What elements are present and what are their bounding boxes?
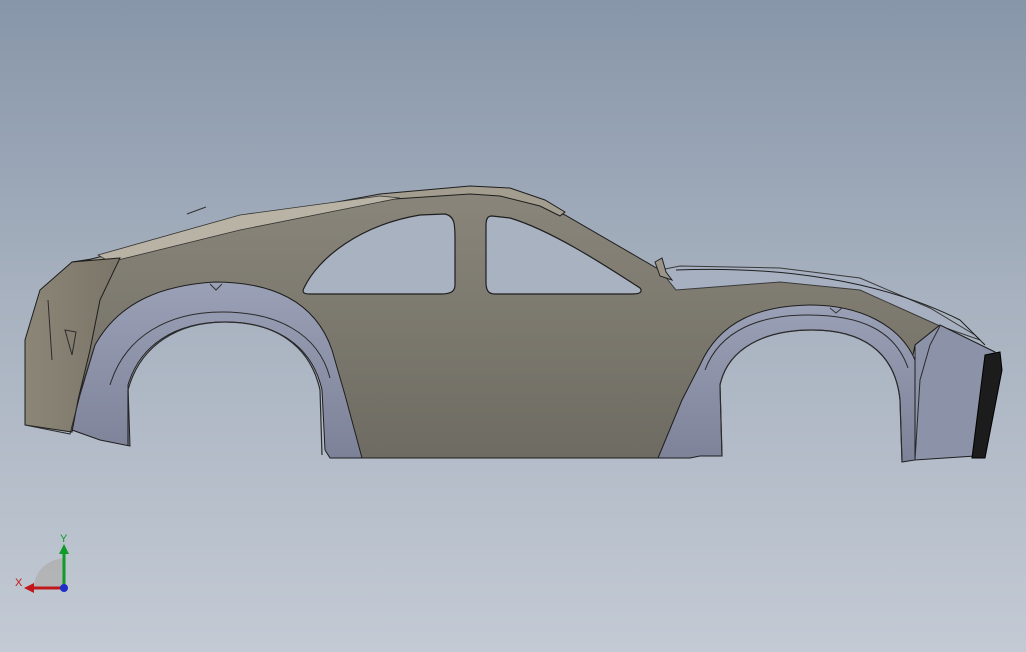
y-axis-arrowhead [59,544,69,554]
z-axis-point [60,584,68,592]
view-orientation-triad[interactable]: Y X [12,530,82,600]
car-body-model[interactable] [0,0,1026,652]
graphics-viewport[interactable]: Y X [0,0,1026,652]
triad-plane-indicator [34,558,64,588]
x-axis-arrowhead [24,583,34,593]
x-axis-label: X [15,577,23,589]
antenna-edge [186,206,207,215]
y-axis-label: Y [60,533,68,545]
front-wheel-arch-inner [719,329,903,463]
